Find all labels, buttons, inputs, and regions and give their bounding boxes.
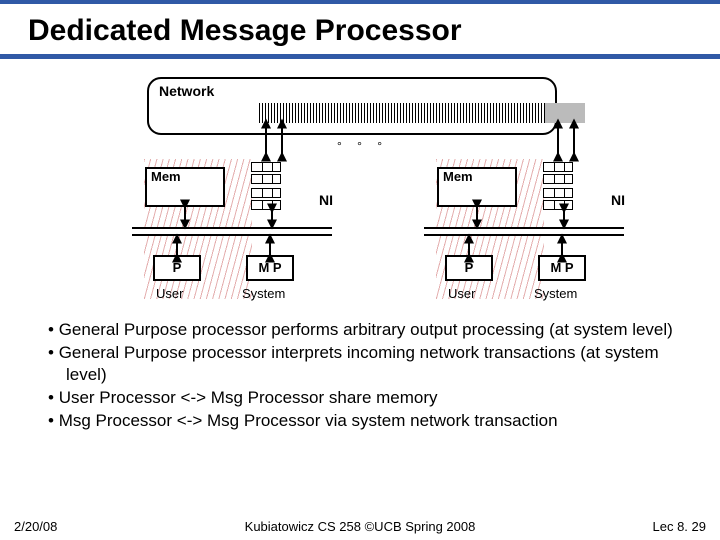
- footer: 2/20/08 Kubiatowicz CS 258 ©UCB Spring 2…: [0, 519, 720, 534]
- bullet-item: General Purpose processor interprets inc…: [48, 342, 692, 385]
- slide-title: Dedicated Message Processor: [0, 4, 720, 52]
- bullet-item: Msg Processor <-> Msg Processor via syst…: [48, 410, 692, 431]
- footer-date: 2/20/08: [14, 519, 57, 534]
- connection-arrows: [0, 59, 720, 319]
- bullet-item: User Processor <-> Msg Processor share m…: [48, 387, 692, 408]
- bullet-list: General Purpose processor performs arbit…: [0, 319, 720, 431]
- footer-right: Lec 8. 29: [653, 519, 707, 534]
- bullet-item: General Purpose processor performs arbit…: [48, 319, 692, 340]
- footer-center: Kubiatowicz CS 258 ©UCB Spring 2008: [245, 519, 476, 534]
- architecture-diagram: Network ° ° ° Mem Mem NI NI P M P P M P …: [0, 59, 720, 319]
